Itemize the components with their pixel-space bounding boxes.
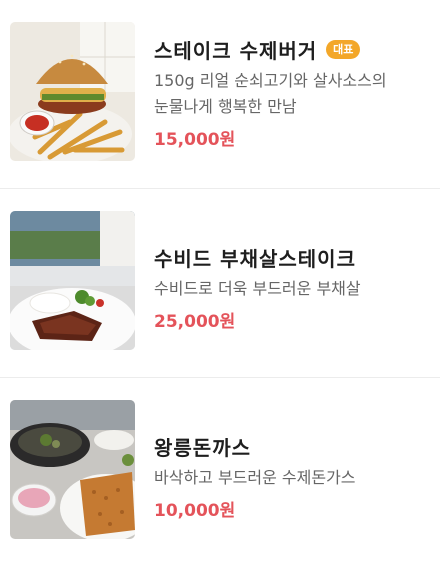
menu-name: 왕릉돈까스: [154, 435, 251, 460]
menu-item[interactable]: 스테이크 수제버거 대표 150g 리얼 순쇠고기와 살사소스의 눈물나게 행복…: [0, 0, 440, 189]
menu-price: 15,000원: [154, 130, 236, 150]
menu-price: 25,000원: [154, 312, 236, 332]
menu-name: 스테이크 수제버거: [154, 38, 318, 63]
menu-info: 왕릉돈까스 바삭하고 부드러운 수제돈가스 10,000원: [154, 430, 430, 522]
menu-price: 10,000원: [154, 501, 236, 521]
menu-info: 수비드 부채살스테이크 수비드로 더욱 부드러운 부채살 25,000원: [154, 241, 430, 333]
tonkatsu-photo[interactable]: [10, 400, 135, 539]
menu-description: 바삭하고 부드러운 수제돈가스: [154, 468, 356, 487]
name-row: 스테이크 수제버거 대표: [154, 33, 430, 65]
menu-info: 스테이크 수제버거 대표 150g 리얼 순쇠고기와 살사소스의 눈물나게 행복…: [154, 33, 430, 151]
menu-description: 수비드로 더욱 부드러운 부채살: [154, 279, 361, 298]
steak-photo[interactable]: [10, 211, 135, 350]
menu-item[interactable]: 왕릉돈까스 바삭하고 부드러운 수제돈가스 10,000원: [0, 378, 440, 567]
signature-badge: 대표: [326, 39, 361, 59]
menu-item[interactable]: 수비드 부채살스테이크 수비드로 더욱 부드러운 부채살 25,000원: [0, 189, 440, 378]
menu-list: 스테이크 수제버거 대표 150g 리얼 순쇠고기와 살사소스의 눈물나게 행복…: [0, 0, 440, 567]
name-row: 왕릉돈까스: [154, 430, 430, 462]
menu-name: 수비드 부채살스테이크: [154, 246, 356, 271]
name-row: 수비드 부채살스테이크: [154, 241, 430, 273]
burger-photo[interactable]: [10, 22, 135, 161]
menu-description: 150g 리얼 순쇠고기와 살사소스의 눈물나게 행복한 만남: [154, 71, 387, 116]
